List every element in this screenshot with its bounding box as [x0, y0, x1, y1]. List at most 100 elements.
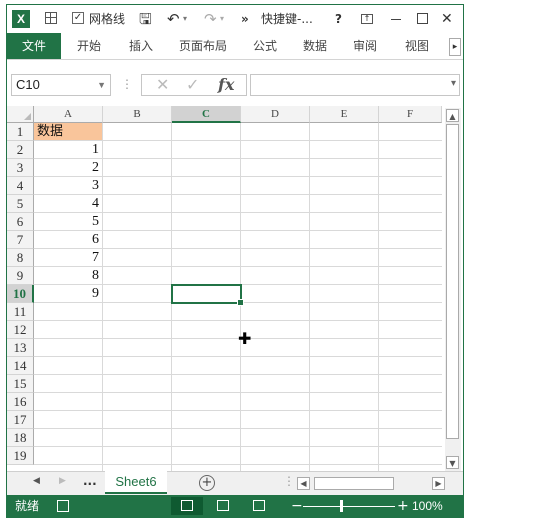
tab-formulas[interactable]: 公式 [247, 33, 283, 59]
macro-record-icon[interactable] [57, 500, 69, 512]
row-header-5[interactable]: 5 [7, 195, 34, 213]
cell-a6[interactable]: 5 [34, 213, 102, 231]
add-sheet-button[interactable]: + [199, 475, 215, 491]
cell-a1[interactable]: 数据 [34, 123, 102, 140]
column-header-c[interactable]: C [172, 106, 241, 123]
row-header-4[interactable]: 4 [7, 177, 34, 195]
row-header-9[interactable]: 9 [7, 267, 34, 285]
row-header-18[interactable]: 18 [7, 429, 34, 447]
table-icon[interactable] [45, 12, 57, 24]
redo-dropdown-icon[interactable]: ▾ [220, 10, 224, 28]
ribbon-scroll-right-icon[interactable]: ▸ [449, 38, 461, 56]
name-box[interactable]: C10 ▼ [11, 74, 111, 96]
scroll-up-icon[interactable]: ▲ [446, 109, 459, 122]
row-header-8[interactable]: 8 [7, 249, 34, 267]
tab-file[interactable]: 文件 [7, 33, 61, 59]
maximize-icon[interactable] [417, 13, 428, 24]
zoom-slider[interactable] [303, 506, 395, 507]
column-header-f[interactable]: F [379, 106, 442, 123]
cell-a8[interactable]: 7 [34, 249, 102, 267]
undo-dropdown-icon[interactable]: ▾ [183, 10, 187, 28]
close-icon[interactable]: ✕ [441, 10, 453, 28]
scroll-right-icon[interactable]: ▶ [432, 477, 445, 490]
column-header-a[interactable]: A [34, 106, 103, 123]
zoom-level[interactable]: 100% [412, 495, 443, 517]
insert-function-icon[interactable]: fx [218, 75, 234, 95]
row-header-14[interactable]: 14 [7, 357, 34, 375]
gridlines-label: 网格线 [89, 12, 126, 26]
column-header-d[interactable]: D [241, 106, 310, 123]
expand-formula-bar-icon[interactable]: ▾ [451, 78, 456, 89]
tab-insert[interactable]: 插入 [121, 33, 161, 59]
row-header-17[interactable]: 17 [7, 411, 34, 429]
tab-view[interactable]: 视图 [399, 33, 435, 59]
vertical-scrollbar[interactable]: ▲ ▼ [445, 108, 461, 471]
cell-a9[interactable]: 8 [34, 267, 102, 285]
next-sheet-icon[interactable]: ▶ [59, 476, 66, 486]
select-all-corner[interactable] [7, 106, 34, 123]
normal-view-icon [181, 500, 193, 511]
ribbon-display-options-icon[interactable]: ↑ [361, 14, 373, 24]
row-header-12[interactable]: 12 [7, 321, 34, 339]
zoom-in-icon[interactable]: + [397, 495, 409, 517]
undo-icon[interactable]: ↶ [167, 10, 180, 28]
scroll-down-icon[interactable]: ▼ [446, 456, 459, 469]
horizontal-scrollbar[interactable]: ◀ ▶ [297, 477, 445, 490]
formula-input[interactable]: ▾ [250, 74, 460, 96]
cell-a5[interactable]: 4 [34, 195, 102, 213]
row-header-13[interactable]: 13 [7, 339, 34, 357]
row-header-11[interactable]: 11 [7, 303, 34, 321]
splitter-handle-icon[interactable]: ⋮ [121, 77, 133, 91]
ribbon-tabs: 文件 开始 插入 页面布局 公式 数据 审阅 视图 ▸ [7, 33, 463, 60]
tab-home[interactable]: 开始 [69, 33, 109, 59]
splitter-handle-icon[interactable]: ⋮ [283, 474, 295, 488]
zoom-out-icon[interactable]: − [291, 495, 303, 517]
page-break-preview-button[interactable] [243, 497, 275, 515]
gridlines-checkbox[interactable]: ✓ [72, 12, 84, 24]
more-commands-icon[interactable]: » [241, 10, 249, 28]
minimize-icon[interactable] [391, 19, 401, 20]
tab-review[interactable]: 审阅 [347, 33, 383, 59]
column-header-b[interactable]: B [103, 106, 172, 123]
cell-a7[interactable]: 6 [34, 231, 102, 249]
active-cell-selection[interactable] [171, 284, 244, 306]
window-title: 快捷键-... [261, 12, 313, 26]
page-break-icon [253, 500, 265, 511]
row-header-10[interactable]: 10 [7, 285, 34, 303]
row-header-7[interactable]: 7 [7, 231, 34, 249]
row-header-19[interactable]: 19 [7, 447, 34, 465]
tab-data[interactable]: 数据 [297, 33, 333, 59]
save-icon[interactable]: 🖫 [139, 10, 152, 28]
name-box-dropdown-icon[interactable]: ▼ [97, 75, 106, 95]
worksheet-grid[interactable]: A B C D E F 1 2 3 4 5 6 7 8 9 10 11 12 1… [7, 106, 442, 471]
help-button[interactable]: ? [335, 10, 342, 28]
enter-icon[interactable]: ✓ [186, 75, 199, 95]
cell-a10[interactable]: 9 [34, 285, 102, 303]
redo-icon[interactable]: ↷ [204, 10, 217, 28]
vertical-scroll-thumb[interactable] [446, 124, 459, 439]
row-header-15[interactable]: 15 [7, 375, 34, 393]
more-sheets-button[interactable]: ... [83, 474, 97, 488]
grid-line [34, 428, 442, 429]
column-header-e[interactable]: E [310, 106, 379, 123]
cell-a2[interactable]: 1 [34, 141, 102, 159]
row-header-6[interactable]: 6 [7, 213, 34, 231]
fill-handle[interactable] [237, 299, 244, 306]
scroll-left-icon[interactable]: ◀ [297, 477, 310, 490]
row-header-16[interactable]: 16 [7, 393, 34, 411]
prev-sheet-icon[interactable]: ◀ [33, 476, 40, 486]
grid-line [34, 446, 442, 447]
page-layout-view-button[interactable] [207, 497, 239, 515]
row-header-2[interactable]: 2 [7, 141, 34, 159]
page-layout-icon [217, 500, 229, 511]
zoom-slider-thumb[interactable] [340, 500, 343, 512]
normal-view-button[interactable] [171, 497, 203, 515]
row-header-1[interactable]: 1 [7, 123, 34, 141]
horizontal-scroll-thumb[interactable] [314, 477, 394, 490]
tab-page-layout[interactable]: 页面布局 [173, 33, 233, 59]
sheet-tab-active[interactable]: Sheet6 [105, 471, 167, 494]
cell-a3[interactable]: 2 [34, 159, 102, 177]
cell-a4[interactable]: 3 [34, 177, 102, 195]
row-header-3[interactable]: 3 [7, 159, 34, 177]
cancel-icon[interactable]: ✕ [156, 75, 169, 95]
